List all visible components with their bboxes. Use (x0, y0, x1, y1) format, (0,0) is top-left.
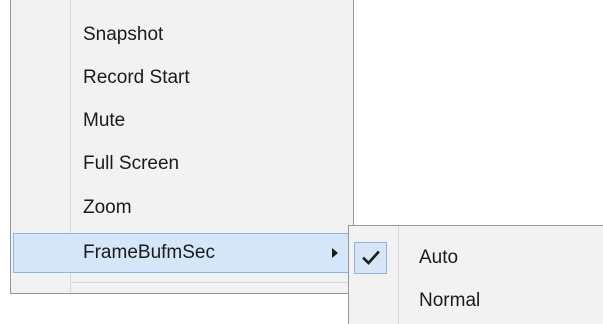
submenu-item-auto[interactable]: Auto (351, 238, 603, 278)
checkmark-icon (362, 250, 380, 265)
menu-item-label: Record Start (83, 67, 190, 88)
context-menu: Snapshot Record Start Mute Full Screen Z… (10, 0, 354, 294)
submenu-item-label: Normal (419, 290, 481, 311)
menu-item-full-screen[interactable]: Full Screen (13, 144, 351, 184)
menu-item-mute[interactable]: Mute (13, 101, 351, 141)
menu-item-label: FrameBufmSec (83, 242, 215, 263)
menu-item-label: Zoom (83, 197, 132, 218)
menu-item-record-start[interactable]: Record Start (13, 58, 351, 98)
submenu-item-normal[interactable]: Normal (351, 281, 603, 321)
triangle-right-icon (332, 248, 338, 258)
submenu-item-label: Auto (419, 247, 459, 268)
submenu-framebufmsec: Auto Normal (348, 225, 603, 324)
menu-item-snapshot[interactable]: Snapshot (13, 15, 351, 55)
menu-item-zoom[interactable]: Zoom (13, 188, 351, 228)
menu-separator (71, 282, 351, 283)
menu-item-label: Mute (83, 110, 126, 131)
check-indicator (354, 242, 387, 274)
menu-item-label: Snapshot (83, 24, 164, 45)
menu-item-framebufmsec[interactable]: FrameBufmSec (13, 233, 351, 273)
screen: Snapshot Record Start Mute Full Screen Z… (0, 0, 603, 324)
menu-item-label: Full Screen (83, 153, 180, 174)
